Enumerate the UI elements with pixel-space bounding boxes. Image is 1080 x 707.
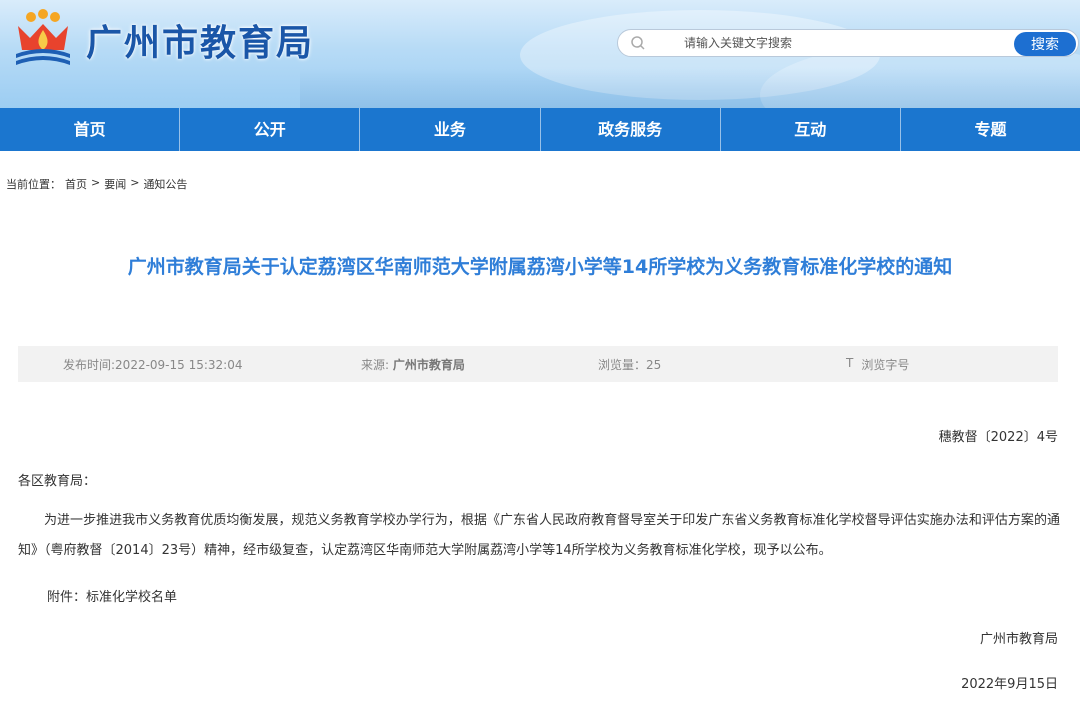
nav-item-topics[interactable]: 专题 [901,108,1080,151]
publish-time: 发布时间:2022-09-15 15:32:04 [63,358,243,372]
source-label: 来源: [361,358,393,372]
issue-date: 2022年9月15日 [961,677,1058,692]
document-number: 穗教督〔2022〕4号 [938,430,1058,445]
nav-item-business[interactable]: 业务 [360,108,541,151]
search-box: 搜索 [617,29,1079,57]
article-title: 广州市教育局关于认定荔湾区华南师范大学附属荔湾小学等14所学校为义务教育标准化学… [127,256,953,278]
breadcrumb-link-notices[interactable]: 通知公告 [143,176,187,192]
education-bureau-logo-icon[interactable] [10,8,76,70]
source-value: 广州市教育局 [392,358,465,372]
article-paragraph: 为进一步推进我市义务教育优质均衡发展，规范义务教育学校办学行为，根据《广东省人民… [18,513,1060,558]
banner-skyline [300,68,1080,108]
search-icon [631,36,645,50]
article-meta-bar: 发布时间:2022-09-15 15:32:04 来源: 广州市教育局 浏览量：… [18,346,1058,382]
breadcrumb-link-home[interactable]: 首页 [65,176,87,192]
search-button[interactable]: 搜索 [1014,32,1076,56]
breadcrumb-prefix: 当前位置： [6,178,61,191]
search-input[interactable] [684,34,984,52]
main-nav: 首页 公开 业务 政务服务 互动 专题 [0,108,1080,151]
article-source: 来源: 广州市教育局 [361,356,465,373]
site-title[interactable]: 广州市教育局 [86,14,314,66]
salutation: 各区教育局： [18,474,97,489]
font-size-icon[interactable]: T [846,356,853,373]
breadcrumb-separator: > [91,176,101,189]
font-size-label[interactable]: 浏览字号 [861,356,909,373]
breadcrumb: 当前位置： 首页 > 要闻 > 通知公告 [6,176,187,192]
nav-item-interaction[interactable]: 互动 [721,108,901,151]
signer: 广州市教育局 [979,632,1058,647]
header-banner: 广州市教育局 搜索 [0,0,1080,108]
breadcrumb-link-news[interactable]: 要闻 [104,176,126,192]
view-count: 浏览量：25 [598,358,662,372]
breadcrumb-separator: > [130,176,140,189]
nav-item-home[interactable]: 首页 [0,108,181,151]
attachment-link[interactable]: 附件：标准化学校名单 [47,586,177,605]
font-size-control[interactable]: T 浏览字号 [846,356,909,373]
nav-item-disclosure[interactable]: 公开 [180,108,361,151]
nav-item-government-services[interactable]: 政务服务 [541,108,721,151]
